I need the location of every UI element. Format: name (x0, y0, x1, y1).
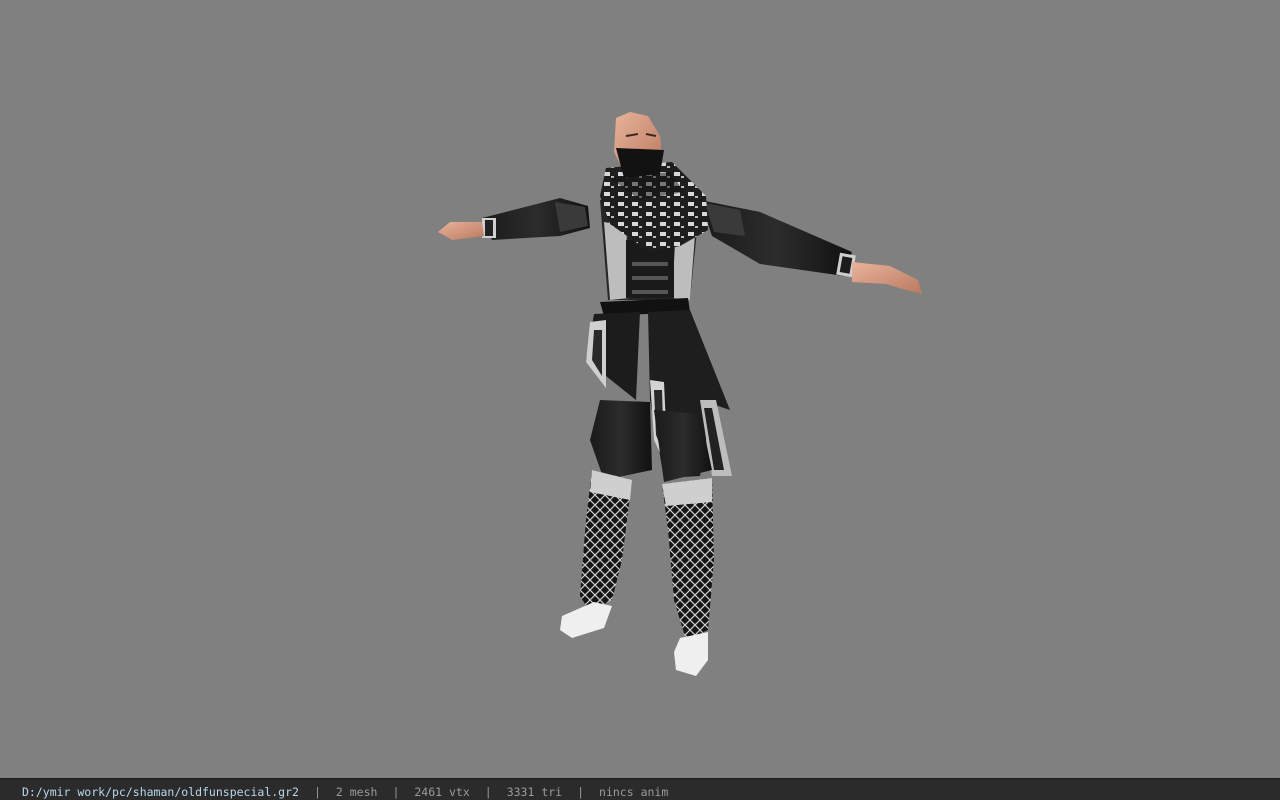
model-viewport[interactable] (0, 0, 1280, 778)
separator: | (313, 785, 321, 799)
separator: | (392, 785, 400, 799)
character-model[interactable] (0, 0, 1280, 778)
status-bar: D:/ymir work/pc/shaman/oldfunspecial.gr2… (0, 778, 1280, 800)
separator: | (577, 785, 585, 799)
left-arm (438, 198, 590, 240)
file-path: D:/ymir work/pc/shaman/oldfunspecial.gr2 (22, 785, 299, 799)
separator: | (484, 785, 492, 799)
triangle-count: 3331 tri (506, 785, 563, 799)
head (614, 112, 664, 178)
animation-status: nincs anim (599, 785, 669, 799)
right-boot (662, 478, 714, 676)
right-arm (700, 200, 922, 294)
vertex-count: 2461 vtx (414, 785, 470, 799)
mesh-count: 2 mesh (335, 785, 378, 799)
left-boot (560, 470, 632, 638)
